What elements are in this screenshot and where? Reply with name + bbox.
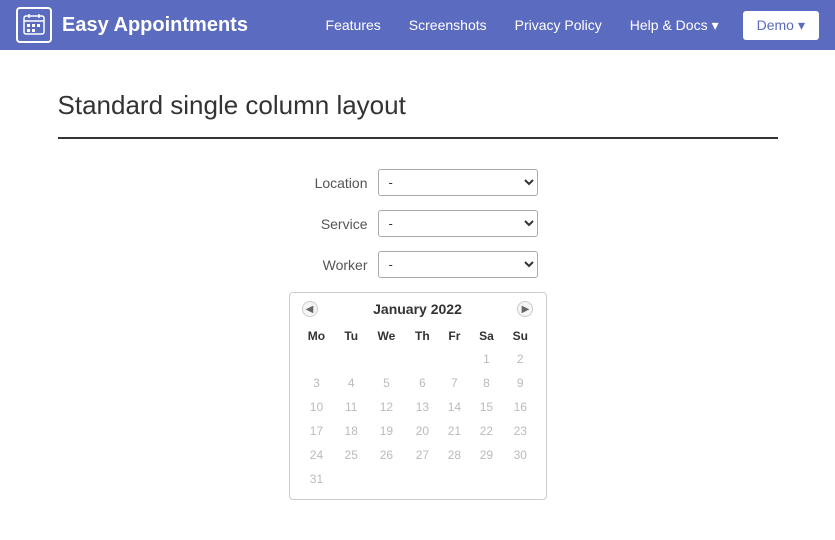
calendar-day[interactable]: 10 (298, 395, 336, 419)
calendar: ◀ January 2022 ▶ Mo Tu We Th Fr Sa Su (289, 292, 547, 500)
service-select[interactable]: - (378, 210, 538, 237)
calendar-day[interactable]: 22 (470, 419, 503, 443)
calendar-day[interactable]: 26 (367, 443, 406, 467)
demo-button[interactable]: Demo ▾ (743, 11, 819, 40)
section-divider (58, 137, 778, 139)
service-field-group: Service - (58, 210, 778, 237)
calendar-day[interactable]: 8 (470, 371, 503, 395)
calendar-grid-wrapper: Mo Tu We Th Fr Sa Su 1234567891011121314… (290, 325, 546, 499)
day-tu: Tu (335, 325, 367, 347)
calendar-days-header: Mo Tu We Th Fr Sa Su (298, 325, 538, 347)
days-header-row: Mo Tu We Th Fr Sa Su (298, 325, 538, 347)
location-select[interactable]: - (378, 169, 538, 196)
calendar-day[interactable]: 27 (406, 443, 439, 467)
day-sa: Sa (470, 325, 503, 347)
day-su: Su (503, 325, 537, 347)
day-we: We (367, 325, 406, 347)
calendar-day (367, 467, 406, 491)
brand-logo[interactable]: Easy Appointments (16, 7, 248, 43)
prev-month-button[interactable]: ◀ (302, 301, 318, 317)
calendar-week-4: 24252627282930 (298, 443, 538, 467)
nav-links: Features Screenshots Privacy Policy Help… (314, 11, 819, 40)
calendar-day[interactable]: 31 (298, 467, 336, 491)
calendar-day[interactable]: 17 (298, 419, 336, 443)
calendar-day (439, 347, 470, 371)
worker-select[interactable]: - (378, 251, 538, 278)
calendar-table: Mo Tu We Th Fr Sa Su 1234567891011121314… (298, 325, 538, 491)
location-field-group: Location - (58, 169, 778, 196)
calendar-week-5: 31 (298, 467, 538, 491)
calendar-day[interactable]: 1 (470, 347, 503, 371)
calendar-day[interactable]: 9 (503, 371, 537, 395)
calendar-week-1: 3456789 (298, 371, 538, 395)
calendar-day (298, 347, 336, 371)
calendar-day[interactable]: 13 (406, 395, 439, 419)
calendar-day[interactable]: 25 (335, 443, 367, 467)
calendar-month-label: January 2022 (373, 301, 462, 317)
calendar-day[interactable]: 14 (439, 395, 470, 419)
page-title: Standard single column layout (58, 90, 778, 121)
main-content: Standard single column layout Location -… (38, 50, 798, 540)
service-label: Service (298, 216, 368, 232)
calendar-day[interactable]: 4 (335, 371, 367, 395)
calendar-day[interactable]: 28 (439, 443, 470, 467)
calendar-day[interactable]: 20 (406, 419, 439, 443)
calendar-day (406, 347, 439, 371)
calendar-day (503, 467, 537, 491)
calendar-day[interactable]: 15 (470, 395, 503, 419)
calendar-day[interactable]: 21 (439, 419, 470, 443)
calendar-day[interactable]: 11 (335, 395, 367, 419)
calendar-day (367, 347, 406, 371)
calendar-body: 1234567891011121314151617181920212223242… (298, 347, 538, 491)
calendar-day (470, 467, 503, 491)
day-fr: Fr (439, 325, 470, 347)
calendar-day[interactable]: 7 (439, 371, 470, 395)
calendar-day[interactable]: 29 (470, 443, 503, 467)
brand-name: Easy Appointments (62, 14, 248, 37)
calendar-wrapper: ◀ January 2022 ▶ Mo Tu We Th Fr Sa Su (58, 292, 778, 500)
calendar-day[interactable]: 2 (503, 347, 537, 371)
calendar-day (335, 467, 367, 491)
calendar-day[interactable]: 30 (503, 443, 537, 467)
calendar-day[interactable]: 5 (367, 371, 406, 395)
calendar-week-3: 17181920212223 (298, 419, 538, 443)
calendar-icon (22, 13, 46, 37)
calendar-day[interactable]: 24 (298, 443, 336, 467)
location-label: Location (298, 175, 368, 191)
day-mo: Mo (298, 325, 336, 347)
calendar-day[interactable]: 19 (367, 419, 406, 443)
nav-help-docs[interactable]: Help & Docs ▾ (618, 11, 731, 40)
worker-field-group: Worker - (58, 251, 778, 278)
nav-privacy-policy[interactable]: Privacy Policy (503, 11, 614, 39)
calendar-day (439, 467, 470, 491)
calendar-day[interactable]: 6 (406, 371, 439, 395)
chevron-down-icon: ▾ (712, 17, 719, 34)
calendar-day[interactable]: 3 (298, 371, 336, 395)
calendar-day[interactable]: 23 (503, 419, 537, 443)
calendar-day (335, 347, 367, 371)
next-month-button[interactable]: ▶ (517, 301, 533, 317)
calendar-day[interactable]: 18 (335, 419, 367, 443)
calendar-day (406, 467, 439, 491)
calendar-day[interactable]: 12 (367, 395, 406, 419)
navbar: Easy Appointments Features Screenshots P… (0, 0, 835, 50)
day-th: Th (406, 325, 439, 347)
calendar-header: ◀ January 2022 ▶ (290, 293, 546, 325)
nav-features[interactable]: Features (314, 11, 393, 39)
calendar-week-0: 12 (298, 347, 538, 371)
nav-screenshots[interactable]: Screenshots (397, 11, 499, 39)
calendar-day[interactable]: 16 (503, 395, 537, 419)
worker-label: Worker (298, 257, 368, 273)
calendar-week-2: 10111213141516 (298, 395, 538, 419)
chevron-down-icon: ▾ (798, 17, 805, 34)
brand-icon (16, 7, 52, 43)
